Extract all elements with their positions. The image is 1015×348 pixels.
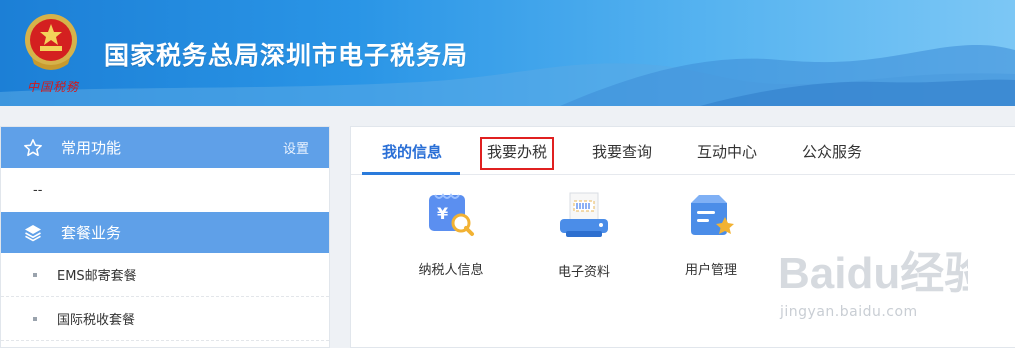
tab-interaction-center[interactable]: 互动中心 [697, 141, 757, 162]
sidebar-item-international-tax[interactable]: 国际税收套餐 [1, 297, 329, 341]
e-document-button[interactable]: 电子资料 [534, 191, 634, 280]
watermark-url: jingyan.baidu.com [780, 304, 918, 320]
bullet-icon [33, 272, 37, 277]
site-title: 国家税务总局深圳市电子税务局 [104, 41, 469, 70]
sidebar-item-ems[interactable]: EMS邮寄套餐 [1, 253, 329, 297]
sidebar: 常用功能 设置 -- 套餐业务 EMS邮寄套餐 国际税收套餐 [0, 126, 330, 348]
bullet-icon [33, 316, 37, 321]
packages-label: 套餐业务 [61, 224, 122, 242]
highlight-box [480, 137, 554, 170]
sidebar-item-label: 国际税收套餐 [57, 313, 136, 328]
star-icon [24, 138, 42, 156]
settings-link[interactable]: 设置 [283, 138, 309, 157]
function-label: 用户管理 [684, 263, 737, 278]
function-label: 纳税人信息 [418, 263, 484, 278]
function-label: 电子资料 [557, 265, 610, 280]
taxpayer-info-icon: ¥ [429, 193, 474, 236]
user-management-icon [691, 195, 734, 235]
packages-header[interactable]: 套餐业务 [1, 212, 329, 253]
svg-text:¥: ¥ [437, 204, 448, 223]
e-document-printer-icon [560, 192, 608, 237]
user-management-button[interactable]: 用户管理 [661, 191, 761, 278]
favorites-empty: -- [33, 182, 43, 198]
layers-icon [25, 224, 41, 241]
taxpayer-info-button[interactable]: ¥ 纳税人信息 [401, 191, 501, 278]
tab-bar: 我的信息 我要办税 我要查询 互动中心 公众服务 [351, 127, 1015, 175]
tab-public-service[interactable]: 公众服务 [802, 141, 862, 162]
header-banner: 中国税務 国家税务总局深圳市电子税务局 [0, 0, 1015, 106]
tab-my-info[interactable]: 我的信息 [382, 141, 442, 162]
sidebar-item-label: EMS邮寄套餐 [57, 269, 137, 284]
emblem-caption: 中国税務 [27, 80, 80, 94]
favorites-header[interactable]: 常用功能 设置 [1, 127, 329, 168]
watermark-brand: Baidu经验 [778, 249, 968, 298]
active-tab-indicator [362, 172, 460, 175]
baidu-watermark-logo: Baidu经验 [778, 249, 968, 298]
tab-query[interactable]: 我要查询 [592, 141, 652, 162]
favorites-label: 常用功能 [61, 139, 122, 157]
